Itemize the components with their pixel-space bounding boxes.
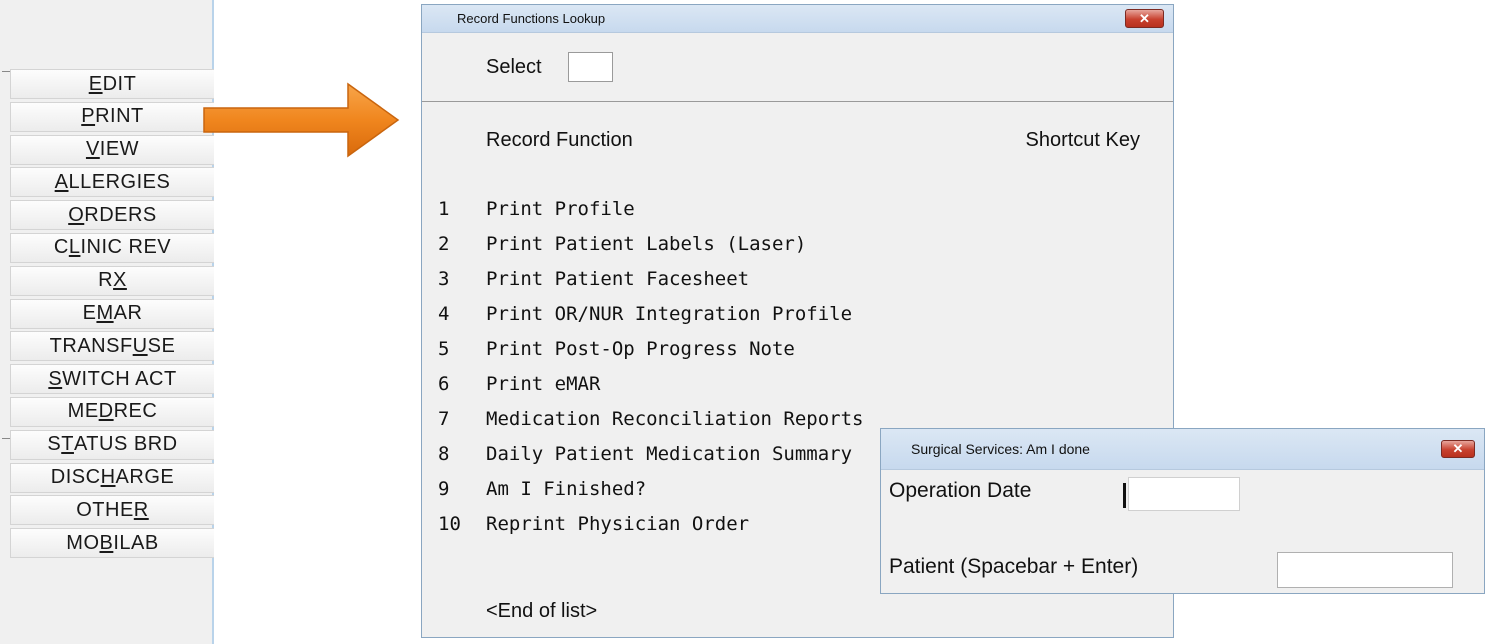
operation-date-input[interactable] xyxy=(1128,477,1240,511)
close-button[interactable]: ✕ xyxy=(1125,9,1164,28)
item-label: Print OR/NUR Integration Profile xyxy=(486,303,853,325)
operation-date-label: Operation Date xyxy=(889,479,1032,502)
item-number: 2 xyxy=(438,233,450,255)
item-number: 5 xyxy=(438,338,450,360)
shortcut-letter: U xyxy=(132,334,148,357)
item-number: 7 xyxy=(438,408,450,430)
arrow-right-icon xyxy=(203,82,400,158)
shortcut-letter: S xyxy=(48,367,63,390)
item-label: Print eMAR xyxy=(486,373,601,395)
shortcut-letter: B xyxy=(99,531,114,554)
med-rec-button[interactable]: ME D REC xyxy=(10,396,214,427)
shortcut-letter: M xyxy=(96,302,114,325)
button-label-part: ILAB xyxy=(113,531,159,554)
select-label: Select xyxy=(486,55,542,78)
button-label-part: AR xyxy=(113,302,143,325)
item-number: 9 xyxy=(438,478,450,500)
patient-input[interactable] xyxy=(1277,552,1453,588)
button-label-part: S xyxy=(47,433,62,456)
item-number: 6 xyxy=(438,373,450,395)
shortcut-letter: V xyxy=(85,138,100,161)
button-label-part: RINT xyxy=(95,105,144,128)
shortcut-letter: T xyxy=(61,433,74,456)
button-label-part: IEW xyxy=(99,138,140,161)
end-of-list: <End of list> xyxy=(486,600,598,622)
shortcut-letter: P xyxy=(81,105,96,128)
button-label-part: RDERS xyxy=(84,203,157,226)
item-label: Print Profile xyxy=(486,198,635,220)
item-number: 3 xyxy=(438,268,450,290)
item-label: Reprint Physician Order xyxy=(486,513,750,535)
emar-button[interactable]: E M AR xyxy=(10,298,214,329)
edit-button[interactable]: E DIT xyxy=(10,69,214,99)
dialog-title: Surgical Services: Am I done xyxy=(911,441,1090,457)
text-cursor xyxy=(1123,483,1126,508)
dialog-titlebar: Record Functions Lookup ✕ xyxy=(422,5,1173,33)
divider xyxy=(422,101,1173,102)
button-label-part: REC xyxy=(113,400,158,423)
shortcut-letter: R xyxy=(133,498,149,521)
dialog-titlebar: Surgical Services: Am I done ✕ xyxy=(881,429,1484,470)
close-icon: ✕ xyxy=(1139,10,1150,26)
record-function-header: Record Function xyxy=(486,129,633,151)
item-label: Am I Finished? xyxy=(486,478,647,500)
mobilab-button[interactable]: MO B ILAB xyxy=(10,528,214,559)
button-label-part: LLERGIES xyxy=(68,170,171,193)
view-button[interactable]: V IEW xyxy=(10,134,214,165)
item-label: Print Patient Facesheet xyxy=(486,268,750,290)
close-button[interactable]: ✕ xyxy=(1441,440,1475,458)
shortcut-key-header: Shortcut Key xyxy=(1025,129,1140,151)
record-button-panel: E DIT P RINT V IEW A LLERGIES O RDERS C L INIC REV R X… xyxy=(0,0,214,644)
function-button-stack: E DIT P RINT V IEW A LLERGIES O RDERS C L INIC REV R X… xyxy=(10,69,214,561)
item-label: Print Patient Labels (Laser) xyxy=(486,233,807,255)
close-icon: ✕ xyxy=(1452,441,1464,456)
button-label-part: SE xyxy=(147,334,176,357)
clinic-rev-button[interactable]: C L INIC REV xyxy=(10,232,214,263)
status-brd-button[interactable]: S T ATUS BRD xyxy=(10,429,214,460)
discharge-button[interactable]: DISC H ARGE xyxy=(10,462,214,493)
item-label: Print Post-Op Progress Note xyxy=(486,338,795,360)
transfuse-button[interactable]: TRANSF U SE xyxy=(10,331,214,362)
item-label: Medication Reconciliation Reports xyxy=(486,408,864,430)
item-number: 10 xyxy=(438,513,461,535)
shortcut-letter: D xyxy=(98,400,114,423)
shortcut-letter: E xyxy=(88,72,103,95)
button-label-part: INIC REV xyxy=(80,236,172,259)
orders-button[interactable]: O RDERS xyxy=(10,200,214,231)
item-number: 1 xyxy=(438,198,450,220)
patient-label: Patient (Spacebar + Enter) xyxy=(889,555,1139,578)
button-label-part: DISC xyxy=(50,466,101,489)
button-label-part: DIT xyxy=(102,72,137,95)
surgical-services-dialog: Surgical Services: Am I done ✕ Operation… xyxy=(880,428,1485,594)
shortcut-letter: L xyxy=(68,236,81,259)
button-label-part: R xyxy=(98,269,114,292)
print-button[interactable]: P RINT xyxy=(10,101,214,132)
button-label-part: ATUS BRD xyxy=(73,433,178,456)
item-label: Daily Patient Medication Summary xyxy=(486,443,853,465)
rx-button[interactable]: RX xyxy=(10,265,214,296)
button-label-part: MO xyxy=(66,531,100,554)
button-label-part: C xyxy=(53,236,69,259)
shortcut-letter: A xyxy=(54,170,69,193)
shortcut-letter: X xyxy=(113,269,127,292)
select-input[interactable] xyxy=(567,52,613,82)
button-label-part: ARGE xyxy=(115,466,175,489)
shortcut-letter: O xyxy=(68,203,85,226)
other-button[interactable]: OTHE R xyxy=(10,495,214,526)
button-label-part: ME xyxy=(67,400,99,423)
button-label-part: TRANSF xyxy=(49,334,133,357)
item-number: 8 xyxy=(438,443,450,465)
button-label-part: WITCH ACT xyxy=(62,367,177,390)
allergies-button[interactable]: A LLERGIES xyxy=(10,167,214,198)
dialog-title: Record Functions Lookup xyxy=(457,11,606,26)
item-number: 4 xyxy=(438,303,450,325)
shortcut-letter: H xyxy=(100,466,116,489)
switch-act-button[interactable]: S WITCH ACT xyxy=(10,364,214,395)
button-label-part: OTHE xyxy=(76,498,134,521)
select-row: Select xyxy=(486,52,613,82)
button-label-part: E xyxy=(82,302,97,325)
